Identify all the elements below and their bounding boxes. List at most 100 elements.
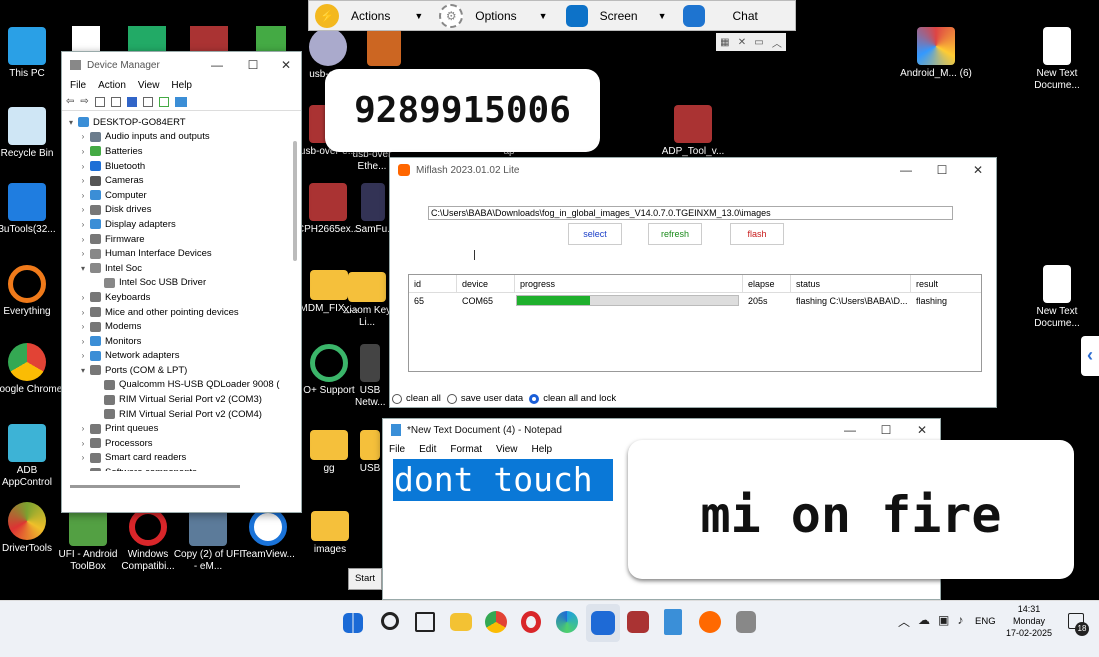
column-header-result[interactable]: result: [911, 275, 981, 292]
maximize-button[interactable]: ☐: [235, 51, 271, 79]
desktop-icon-3utools[interactable]: 3uTools(32...: [0, 183, 63, 236]
collapsed-arrow-icon[interactable]: ›: [78, 205, 88, 214]
tree-item[interactable]: › Software components: [66, 465, 301, 471]
back-arrow-icon[interactable]: ⇦: [66, 96, 74, 107]
monitor-icon[interactable]: ▭: [754, 37, 763, 48]
close-icon[interactable]: ✕: [738, 37, 746, 48]
edge-icon[interactable]: [556, 611, 578, 633]
tree-item[interactable]: › Monitors: [66, 334, 301, 349]
tree-item[interactable]: Intel Soc USB Driver: [66, 276, 301, 291]
search-icon[interactable]: [381, 612, 399, 630]
language-indicator[interactable]: ENG: [975, 616, 996, 627]
collapsed-arrow-icon[interactable]: ›: [78, 322, 88, 331]
remote-support-icon[interactable]: [591, 611, 615, 635]
chevron-down-icon[interactable]: ▼: [414, 11, 423, 21]
clock[interactable]: 14:31 Monday 17-02-2025: [1004, 603, 1054, 639]
tree-item[interactable]: ▾ Intel Soc: [66, 261, 301, 276]
chevron-up-icon[interactable]: ︿: [772, 35, 782, 50]
tree-root[interactable]: ▾ DESKTOP-GO84ERT: [66, 115, 301, 130]
notepad-taskbar-icon[interactable]: [664, 609, 682, 635]
desktop-icon-adp-tool[interactable]: ADP_Tool_v...: [657, 105, 729, 158]
select-button[interactable]: select: [568, 223, 622, 245]
tree-item[interactable]: › Batteries: [66, 144, 301, 159]
tree-item[interactable]: › Display adapters: [66, 217, 301, 232]
miflash-taskbar-icon[interactable]: [699, 611, 721, 633]
desktop-icon-chrome[interactable]: Google Chrome: [0, 343, 63, 396]
chevron-down-icon[interactable]: ▼: [658, 11, 667, 21]
option-save-user-data[interactable]: save user data: [446, 393, 523, 404]
remote-icon[interactable]: ☁: [918, 613, 930, 630]
collapsed-arrow-icon[interactable]: ›: [78, 249, 88, 258]
details-icon[interactable]: [142, 96, 153, 107]
list-icon[interactable]: [110, 96, 121, 107]
image-path-field[interactable]: C:\Users\BABA\Downloads\fog_in_global_im…: [428, 206, 953, 220]
desktop-icon-samfu[interactable]: SamFu...: [355, 183, 391, 236]
expanded-arrow-icon[interactable]: ▾: [66, 118, 76, 127]
collapsed-arrow-icon[interactable]: ›: [78, 439, 88, 448]
close-button[interactable]: ✕: [271, 51, 301, 79]
tree-item[interactable]: › Bluetooth: [66, 159, 301, 174]
scrollbar-thumb[interactable]: [293, 141, 297, 261]
tree-item[interactable]: RIM Virtual Serial Port v2 (COM4): [66, 407, 301, 422]
minimize-button[interactable]: —: [199, 51, 235, 79]
tree-item[interactable]: › Human Interface Devices: [66, 246, 301, 261]
tree-item[interactable]: › Mice and other pointing devices: [66, 305, 301, 320]
column-header-elapse[interactable]: elapse: [743, 275, 791, 292]
menu-action[interactable]: Action: [98, 80, 126, 91]
menu-view[interactable]: View: [138, 80, 160, 91]
close-button[interactable]: ✕: [960, 156, 996, 184]
collapsed-arrow-icon[interactable]: ›: [78, 453, 88, 462]
column-header-device[interactable]: device: [457, 275, 515, 292]
table-row[interactable]: 65 COM65 205s flashing C:\Users\BABA\D..…: [409, 293, 981, 309]
desktop-icon-android-m[interactable]: Android_M... (6): [900, 27, 972, 80]
collapsed-arrow-icon[interactable]: ›: [78, 162, 88, 171]
tree-item[interactable]: › Audio inputs and outputs: [66, 130, 301, 145]
tree-item[interactable]: › Print queues: [66, 421, 301, 436]
network-icon[interactable]: ▣: [938, 613, 949, 630]
grid-icon[interactable]: ▦: [720, 37, 729, 48]
horizontal-scrollbar[interactable]: [62, 480, 301, 492]
menu-view[interactable]: View: [496, 444, 518, 455]
tree-item[interactable]: › Smart card readers: [66, 451, 301, 466]
tree-item[interactable]: › Cameras: [66, 173, 301, 188]
collapsed-arrow-icon[interactable]: ›: [78, 191, 88, 200]
desktop-icon-new-text-2[interactable]: New Text Docume...: [1021, 265, 1093, 330]
column-header-progress[interactable]: progress: [515, 275, 743, 292]
desktop-icon-images-folder[interactable]: images: [294, 505, 366, 556]
maximize-button[interactable]: ☐: [924, 156, 960, 184]
minimize-button[interactable]: —: [888, 156, 924, 184]
windows-start-icon[interactable]: [343, 613, 363, 633]
collapsed-arrow-icon[interactable]: ›: [78, 235, 88, 244]
collapsed-arrow-icon[interactable]: ›: [78, 220, 88, 229]
collapsed-arrow-icon[interactable]: ›: [78, 308, 88, 317]
actions-menu[interactable]: ⚡ Actions ▼: [309, 1, 429, 30]
forward-arrow-icon[interactable]: ⇨: [80, 96, 88, 107]
volume-icon[interactable]: ♪: [957, 613, 963, 630]
desktop-icon-usb[interactable]: USB: [355, 424, 385, 475]
desktop-icon-usb-netw[interactable]: USB Netw...: [355, 344, 385, 409]
tree-item[interactable]: › Keyboards: [66, 290, 301, 305]
notepad-text-selected[interactable]: dont touch: [393, 459, 613, 501]
winrar-taskbar-icon[interactable]: [627, 611, 649, 633]
usb-tool-taskbar-icon[interactable]: [736, 611, 756, 633]
flash-button[interactable]: flash: [730, 223, 784, 245]
collapsed-arrow-icon[interactable]: ›: [78, 351, 88, 360]
desktop-icon-adb-appcontrol[interactable]: ADB AppControl: [0, 424, 63, 489]
screen-menu[interactable]: Screen ▼: [560, 1, 673, 30]
collapsed-arrow-icon[interactable]: ›: [78, 293, 88, 302]
chevron-down-icon[interactable]: ▼: [539, 11, 548, 21]
chevron-up-icon[interactable]: ︿: [898, 613, 910, 630]
chrome-taskbar-icon[interactable]: [485, 611, 507, 633]
option-clean-all[interactable]: clean all: [392, 393, 441, 404]
expanded-arrow-icon[interactable]: ▾: [78, 264, 88, 273]
tree-item[interactable]: › Disk drives: [66, 203, 301, 218]
collapsed-arrow-icon[interactable]: ›: [78, 468, 88, 471]
option-clean-all-and-lock[interactable]: clean all and lock: [529, 393, 616, 404]
collapsed-arrow-icon[interactable]: ›: [78, 147, 88, 156]
collapsed-arrow-icon[interactable]: ›: [78, 424, 88, 433]
tree-item[interactable]: › Processors: [66, 436, 301, 451]
opera-icon[interactable]: [521, 611, 541, 633]
menu-help[interactable]: Help: [532, 444, 553, 455]
properties-icon[interactable]: [94, 96, 105, 107]
tree-item[interactable]: › Firmware: [66, 232, 301, 247]
